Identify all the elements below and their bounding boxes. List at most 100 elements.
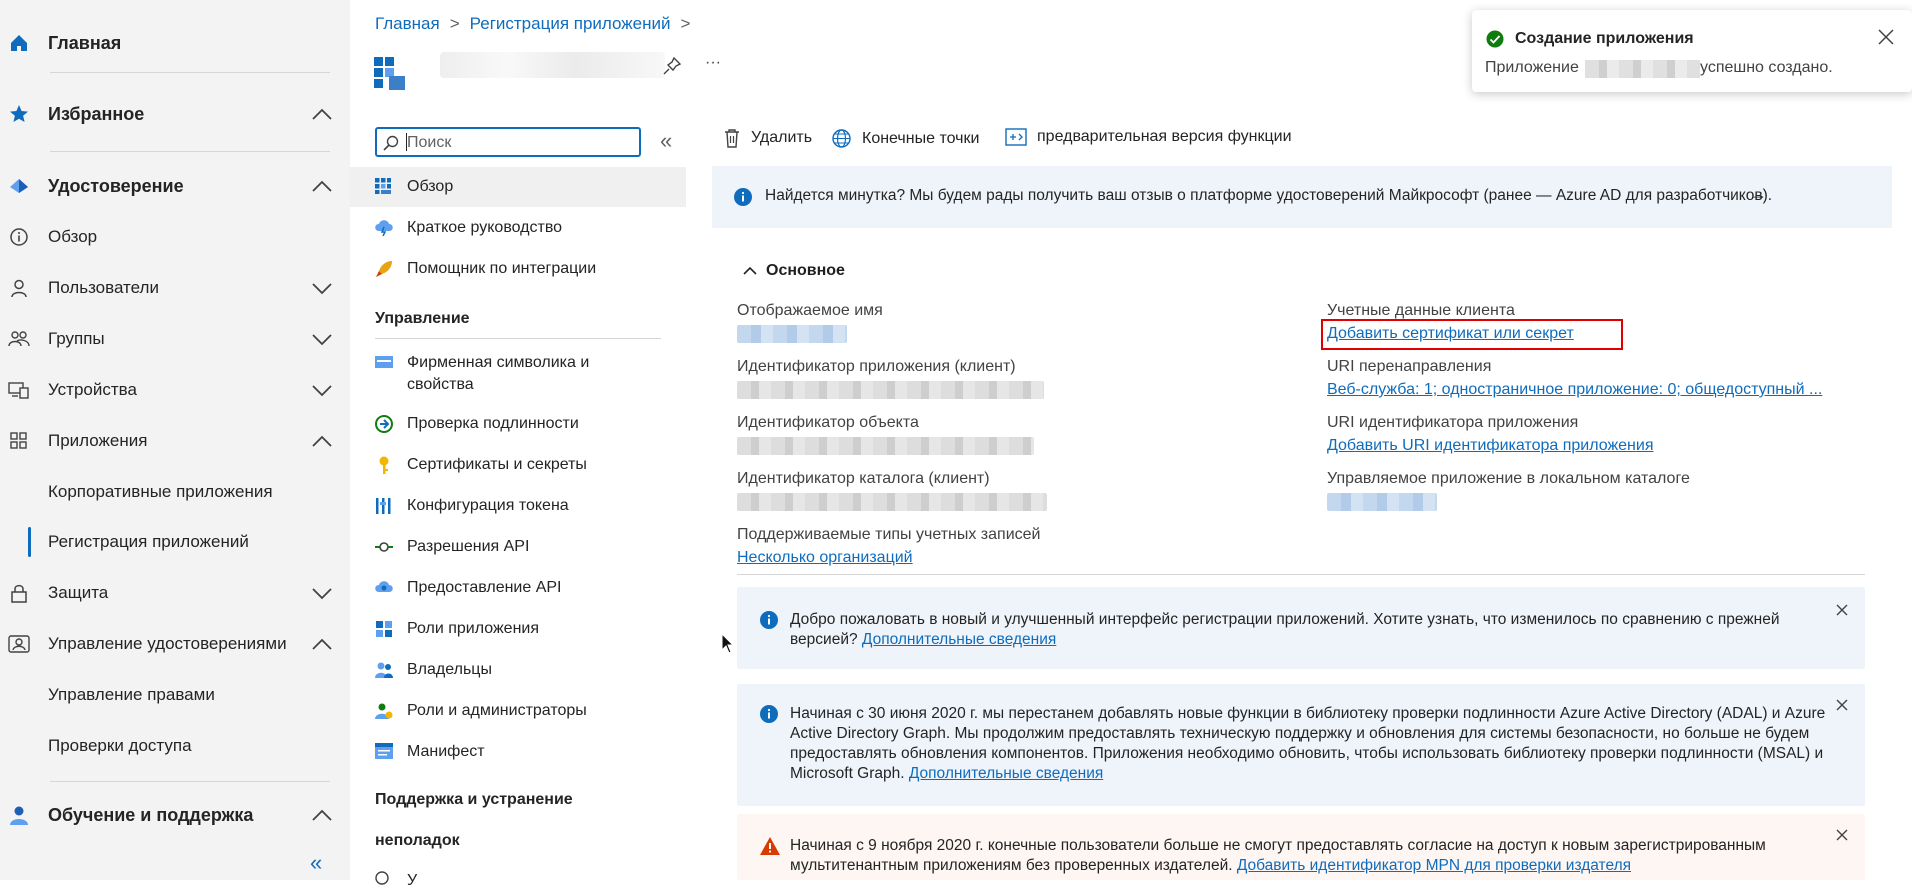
close-icon[interactable] <box>1877 28 1895 46</box>
collapse-nav-button[interactable]: « <box>310 850 322 876</box>
menu-certificates-secrets[interactable]: Сертификаты и секреты <box>350 445 686 485</box>
client-credentials-label: Учетные данные клиента <box>1327 302 1515 319</box>
collapse-menu-button[interactable]: « <box>660 128 672 154</box>
menu-manifest[interactable]: Манифест <box>350 732 686 772</box>
account-types-link[interactable]: Несколько организаций <box>737 549 913 567</box>
nav-identity-governance[interactable]: Управление удостоверениями <box>0 624 350 664</box>
nav-groups[interactable]: Группы <box>0 319 350 359</box>
chevron-down-icon[interactable] <box>311 586 333 600</box>
notification-toast[interactable]: Создание приложения Приложение успешно с… <box>1472 10 1912 92</box>
add-cert-secret-link[interactable]: Добавить сертификат или секрет <box>1327 325 1574 343</box>
nav-devices[interactable]: Устройства <box>0 370 350 410</box>
close-icon[interactable] <box>1835 828 1851 844</box>
menu-overview[interactable]: Обзор <box>350 167 686 207</box>
chevron-up-icon[interactable] <box>311 808 333 822</box>
trash-icon <box>723 128 741 148</box>
nav-access-reviews[interactable]: Проверки доступа <box>0 726 350 766</box>
chevron-down-icon[interactable] <box>311 281 333 295</box>
menu-owners-label: Владельцы <box>407 661 492 678</box>
menu-quickstart[interactable]: Краткое руководство <box>350 208 686 248</box>
essentials-toggle[interactable]: Основное <box>742 262 845 280</box>
divider <box>50 151 330 152</box>
text-cursor <box>406 133 407 151</box>
preview-features-button[interactable]: предварительная версия функции <box>1005 128 1292 146</box>
id-card-icon <box>8 633 30 655</box>
divider <box>375 338 661 339</box>
divider <box>737 574 1865 575</box>
chevron-down-icon[interactable] <box>311 332 333 346</box>
managed-app-value-redacted[interactable] <box>1327 493 1437 511</box>
search-placeholder: Поиск <box>407 134 452 151</box>
menu-partial-item[interactable]: У <box>350 862 686 889</box>
search-icon <box>382 134 400 152</box>
nav-learn-support[interactable]: Обучение и поддержка <box>0 795 350 835</box>
cloud-api-icon <box>374 578 394 598</box>
nav-protection[interactable]: Защита <box>0 573 350 613</box>
nav-app-registrations[interactable]: Регистрация приложений <box>0 522 350 562</box>
chevron-up-icon[interactable] <box>311 637 333 651</box>
menu-owners[interactable]: Владельцы <box>350 650 686 690</box>
app-registration-icon <box>373 56 407 92</box>
feedback-banner[interactable]: Найдется минутка? Мы будем рады получить… <box>712 166 1892 228</box>
breadcrumb-separator: > <box>449 14 460 33</box>
chevron-up-icon[interactable] <box>311 434 333 448</box>
pin-icon[interactable] <box>662 56 682 76</box>
close-icon[interactable] <box>1835 698 1851 714</box>
nav-applications-label: Приложения <box>48 431 148 450</box>
endpoints-button[interactable]: Конечные точки <box>831 128 979 149</box>
owners-icon <box>374 660 394 680</box>
nav-users-label: Пользователи <box>48 278 159 297</box>
people-icon <box>8 328 30 350</box>
menu-branding[interactable]: Фирменная символика и свойства <box>350 349 686 399</box>
managed-app-label: Управляемое приложение в локальном катал… <box>1327 470 1690 487</box>
object-id-value-redacted <box>737 437 1034 455</box>
nav-favorites[interactable]: Избранное <box>0 94 350 134</box>
nav-identity[interactable]: Удостоверение <box>0 166 350 206</box>
person-icon <box>8 277 30 299</box>
nav-applications[interactable]: Приложения <box>0 421 350 461</box>
chevron-up-icon[interactable] <box>311 107 333 121</box>
more-options-button[interactable]: ··· <box>705 54 721 72</box>
add-app-id-uri-link[interactable]: Добавить URI идентификатора приложения <box>1327 437 1654 455</box>
menu-expose-api[interactable]: Предоставление API <box>350 568 686 608</box>
menu-overview-label: Обзор <box>407 178 454 195</box>
api-permissions-icon <box>374 537 394 557</box>
nav-entitlement-management[interactable]: Управление правами <box>0 675 350 715</box>
menu-roles-admins[interactable]: Роли и администраторы <box>350 691 686 731</box>
menu-integration-assistant[interactable]: Помощник по интеграции <box>350 249 686 289</box>
nav-users[interactable]: Пользователи <box>0 268 350 308</box>
menu-expose-api-label: Предоставление API <box>407 579 562 596</box>
mouse-cursor-icon <box>721 633 735 655</box>
chevron-up-icon[interactable] <box>311 179 333 193</box>
search-input[interactable]: Поиск <box>375 127 641 157</box>
redirect-uris-link[interactable]: Веб-служба: 1; одностраничное приложение… <box>1327 381 1822 399</box>
menu-app-roles-label: Роли приложения <box>407 620 540 637</box>
adal-learn-more-link[interactable]: Дополнительные сведения <box>909 765 1103 782</box>
welcome-learn-more-link[interactable]: Дополнительные сведения <box>862 631 1056 648</box>
app-id-uri-label: URI идентификатора приложения <box>1327 414 1579 431</box>
breadcrumb-home[interactable]: Главная <box>375 14 440 34</box>
divider <box>50 781 330 782</box>
menu-manifest-label: Манифест <box>407 743 485 760</box>
breadcrumb-app-registrations[interactable]: Регистрация приложений <box>470 14 671 34</box>
add-mpn-id-link[interactable]: Добавить идентификатор MPN для проверки … <box>1237 857 1631 874</box>
star-icon <box>8 103 30 125</box>
display-name-value-redacted[interactable] <box>737 325 847 343</box>
nav-home[interactable]: Главная <box>0 23 350 63</box>
close-icon[interactable] <box>1835 603 1851 619</box>
nav-overview[interactable]: Обзор <box>0 217 350 257</box>
nav-devices-label: Устройства <box>48 380 137 399</box>
menu-app-roles[interactable]: Роли приложения <box>350 609 686 649</box>
chevron-down-icon[interactable] <box>311 383 333 397</box>
delete-button[interactable]: Удалить <box>723 128 812 148</box>
nav-entitlement-management-label: Управление правами <box>48 685 215 704</box>
menu-partial-label: У <box>407 872 418 889</box>
menu-api-permissions[interactable]: Разрешения API <box>350 527 686 567</box>
menu-token-configuration[interactable]: Конфигурация токена <box>350 486 686 526</box>
nav-identity-label: Удостоверение <box>48 175 184 196</box>
menu-authentication[interactable]: Проверка подлинности <box>350 404 686 444</box>
support-heading: Поддержка и устранение <box>375 791 573 808</box>
nav-enterprise-apps[interactable]: Корпоративные приложения <box>0 472 350 512</box>
manifest-icon <box>374 742 394 762</box>
redirect-uris-label: URI перенаправления <box>1327 358 1492 375</box>
